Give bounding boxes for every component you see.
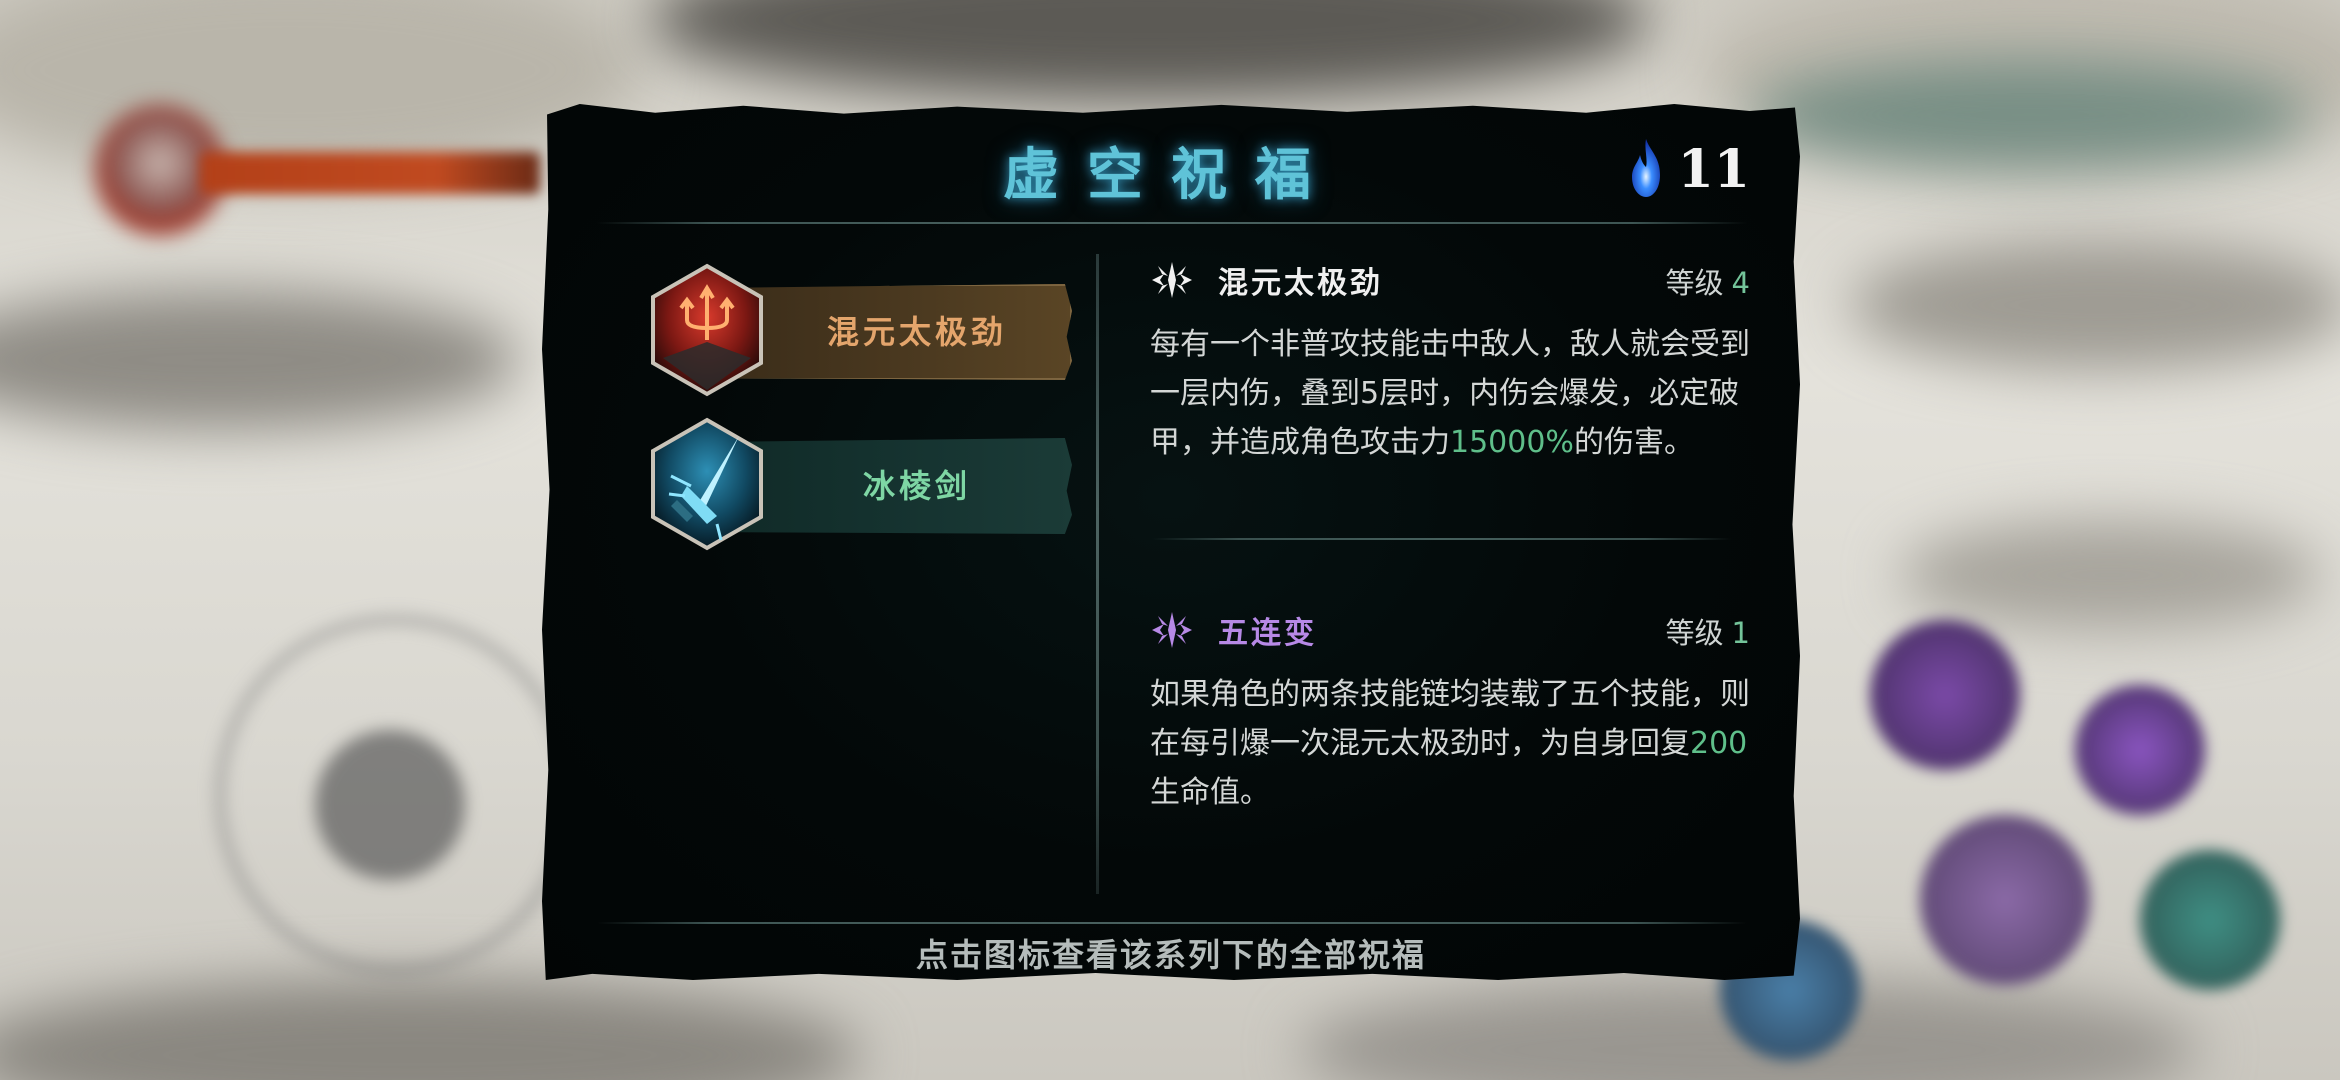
- ice-sword-icon[interactable]: [647, 416, 767, 552]
- level-number: 4: [1731, 266, 1750, 300]
- footer-hint: 点击图标查看该系列下的全部祝福: [915, 936, 1426, 974]
- blue-flame-icon: [1631, 139, 1660, 197]
- desc-text: 生命值。: [1150, 775, 1270, 810]
- blessing-tab-hunyuan[interactable]: 混元太极劲: [647, 262, 1072, 397]
- soul-counter: 11: [1626, 134, 1750, 204]
- blessing-name: 五连变: [1218, 616, 1317, 651]
- vertical-divider: [1096, 254, 1099, 894]
- desc-highlight: 15000%: [1450, 425, 1574, 460]
- player-health-bar: [200, 152, 540, 194]
- title-divider: [597, 222, 1747, 224]
- footer-divider: [597, 922, 1747, 924]
- level-label: 等级: [1665, 266, 1724, 300]
- tab-label: 混元太极劲: [826, 313, 1007, 351]
- skill-button-4[interactable]: [2140, 850, 2280, 990]
- void-blessing-panel: 虚空祝福 11 混元太极劲 冰棱剑 混元太极劲 等级 4 每有一个非普攻技能击中…: [542, 104, 1800, 980]
- joystick-knob[interactable]: [315, 730, 465, 880]
- skill-button-1[interactable]: [1870, 620, 2020, 770]
- skill-button-3[interactable]: [1920, 815, 2090, 985]
- trident-red-icon[interactable]: [647, 262, 767, 398]
- blessing-level: 等级 4: [1666, 260, 1750, 302]
- blessing-tab-icesword[interactable]: 冰棱剑: [647, 416, 1072, 551]
- section-divider: [1152, 538, 1732, 540]
- blessing-detail-main: 混元太极劲 等级 4 每有一个非普攻技能击中敌人，敌人就会受到一层内伤，叠到5层时…: [1150, 254, 1750, 467]
- blessing-detail-sub: 五连变 等级 1 如果角色的两条技能链均装载了五个技能，则在每引爆一次混元太极劲时…: [1150, 604, 1750, 817]
- level-number: 1: [1731, 616, 1750, 650]
- tab-label: 冰棱剑: [862, 467, 971, 505]
- blessing-level: 等级 1: [1666, 610, 1750, 652]
- blessing-description: 每有一个非普攻技能击中敌人，敌人就会受到一层内伤，叠到5层时，内伤会爆发，必定破…: [1150, 320, 1750, 467]
- blessing-description: 如果角色的两条技能链均装载了五个技能，则在每引爆一次混元太极劲时，为自身回复20…: [1150, 670, 1750, 817]
- blessing-name: 混元太极劲: [1218, 266, 1383, 301]
- desc-highlight: 200: [1690, 726, 1748, 761]
- blessing-emblem-icon: [1152, 612, 1192, 648]
- skill-button-2[interactable]: [2075, 685, 2205, 815]
- soul-count: 11: [1677, 138, 1750, 200]
- panel-title: 虚空祝福: [1003, 142, 1339, 208]
- desc-text: 的伤害。: [1573, 425, 1694, 460]
- desc-text: 如果角色的两条技能链均装载了五个技能，则在每引爆一次混元太极劲时，为自身回复: [1150, 677, 1750, 761]
- blessing-emblem-icon: [1152, 262, 1192, 298]
- level-label: 等级: [1665, 616, 1724, 650]
